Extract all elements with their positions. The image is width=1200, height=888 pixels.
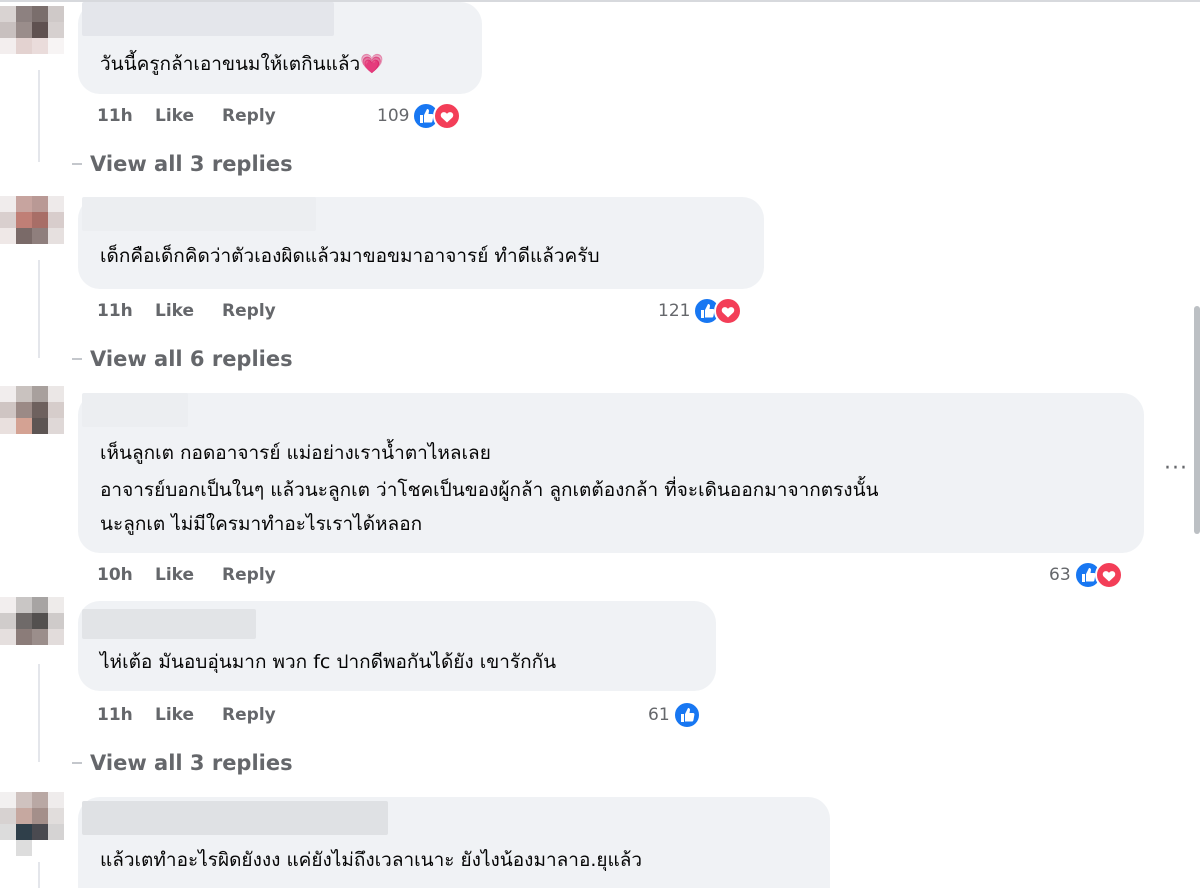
avatar[interactable]	[0, 386, 64, 450]
avatar[interactable]	[0, 792, 64, 856]
reaction-count: 121	[658, 301, 691, 321]
comment-text-line: เห็นลูกเต กอดอาจารย์ แม่อย่างเราน้ำตาไหล…	[100, 442, 491, 464]
scrollbar-thumb[interactable]	[1194, 306, 1200, 534]
view-replies-label: View all 3 replies	[90, 751, 293, 775]
view-replies-button[interactable]: View all 3 replies	[72, 746, 293, 780]
view-replies-label: View all 6 replies	[90, 347, 293, 371]
reply-connector	[72, 163, 82, 165]
thread-line	[38, 260, 40, 358]
comment-text-line: อาจารย์บอกเป็นในๆ แล้วนะลูกเต ว่าโชคเป็น…	[100, 479, 879, 501]
avatar[interactable]	[0, 196, 64, 260]
comment-text: เด็กคือเด็กคิดว่าตัวเองผิดแล้วมาขอขมาอาจ…	[100, 245, 600, 267]
reaction-summary[interactable]: 121	[658, 294, 743, 328]
comment-timestamp[interactable]: 11h	[97, 301, 155, 321]
reaction-count: 61	[648, 705, 670, 725]
love-icon	[433, 102, 462, 130]
reaction-summary[interactable]: 63	[1049, 558, 1123, 592]
commenter-name-redacted[interactable]	[82, 393, 188, 427]
comment-actions: 11h Like Reply	[97, 700, 304, 730]
like-button[interactable]: Like	[155, 301, 194, 321]
avatar[interactable]	[0, 6, 64, 70]
commenter-name-redacted[interactable]	[82, 197, 316, 231]
comment-text: ไห่เต้อ มันอบอุ่นมาก พวก fc ปากดีพอกันได…	[100, 651, 557, 673]
comment-timestamp[interactable]: 10h	[97, 565, 155, 585]
like-button[interactable]: Like	[155, 705, 194, 725]
view-replies-label: View all 3 replies	[90, 152, 293, 176]
like-button[interactable]: Like	[155, 565, 194, 585]
view-replies-button[interactable]: View all 3 replies	[72, 147, 293, 181]
reaction-count: 109	[377, 106, 410, 126]
more-options-icon[interactable]: ···	[1164, 456, 1188, 481]
thread-line	[38, 70, 40, 162]
view-replies-button[interactable]: View all 6 replies	[72, 342, 293, 376]
comment-bubble: แล้วเตทำอะไรผิดยังงง แค่ยังไม่ถึงเวลาเนา…	[78, 797, 830, 888]
thread-line	[38, 664, 40, 762]
commenter-name-redacted[interactable]	[82, 801, 388, 835]
comment-text: วันนี้ครูกล้าเอาขนมให้เตกินแล้ว💗	[100, 53, 384, 75]
thread-line	[38, 862, 40, 888]
comment-timestamp[interactable]: 11h	[97, 705, 155, 725]
comment-bubble: เห็นลูกเต กอดอาจารย์ แม่อย่างเราน้ำตาไหล…	[78, 393, 1144, 553]
reply-button[interactable]: Reply	[222, 565, 276, 585]
comment-text: แล้วเตทำอะไรผิดยังงง แค่ยังไม่ถึงเวลาเนา…	[100, 849, 643, 871]
commenter-name-redacted[interactable]	[82, 2, 334, 36]
comment-actions: 10h Like Reply	[97, 560, 304, 590]
comment-actions: 11h Like Reply	[97, 101, 304, 131]
reaction-summary[interactable]: 61	[648, 698, 701, 732]
commenter-name-redacted[interactable]	[82, 609, 256, 639]
comment-bubble: เด็กคือเด็กคิดว่าตัวเองผิดแล้วมาขอขมาอาจ…	[78, 197, 764, 289]
comment-bubble: วันนี้ครูกล้าเอาขนมให้เตกินแล้ว💗	[78, 2, 482, 94]
love-icon	[1094, 561, 1123, 589]
reply-connector	[72, 358, 82, 360]
avatar[interactable]	[0, 597, 64, 661]
reply-button[interactable]: Reply	[222, 301, 276, 321]
reply-button[interactable]: Reply	[222, 106, 276, 126]
comment-text-line: นะลูกเต ไม่มีใครมาทำอะไรเราได้หลอก	[100, 513, 423, 535]
like-button[interactable]: Like	[155, 106, 194, 126]
reply-connector	[72, 762, 82, 764]
comment-bubble: ไห่เต้อ มันอบอุ่นมาก พวก fc ปากดีพอกันได…	[78, 601, 716, 691]
reply-button[interactable]: Reply	[222, 705, 276, 725]
like-icon	[672, 701, 701, 729]
comment-actions: 11h Like Reply	[97, 296, 304, 326]
love-icon	[714, 297, 743, 325]
reaction-summary[interactable]: 109	[377, 99, 462, 133]
reaction-count: 63	[1049, 565, 1071, 585]
comment-timestamp[interactable]: 11h	[97, 106, 155, 126]
